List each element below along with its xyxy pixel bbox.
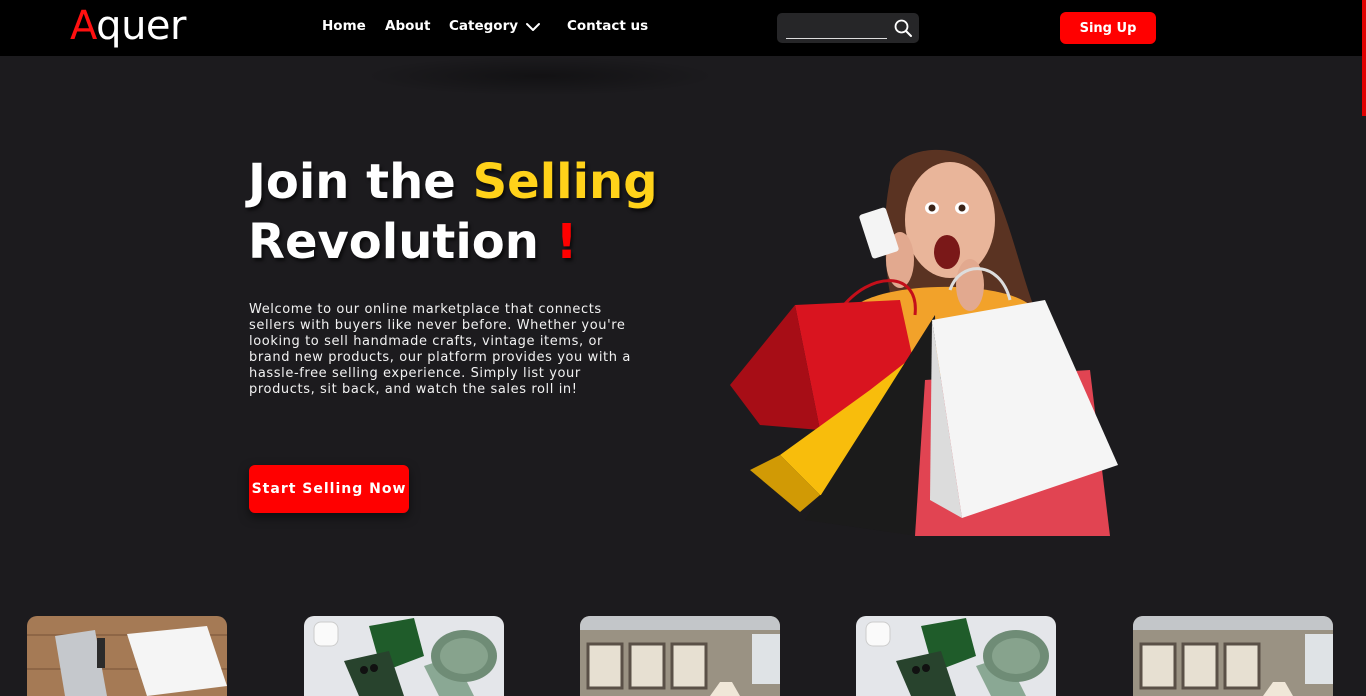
search-input[interactable]: [786, 17, 887, 39]
nav-contact[interactable]: Contact us: [567, 18, 648, 34]
nav-category[interactable]: Category: [449, 18, 518, 34]
phones-earbuds-image: [304, 616, 504, 696]
interior-room-image: [580, 616, 780, 696]
chevron-down-icon[interactable]: [524, 18, 542, 36]
hero-title-part1: Join the: [248, 154, 473, 210]
product-card-3[interactable]: [580, 616, 780, 696]
product-card-2[interactable]: [304, 616, 504, 696]
hero-shopper-image: [730, 149, 1118, 536]
hero-title-part2: Revolution: [248, 214, 556, 270]
scrollbar-thumb[interactable]: [1362, 0, 1366, 116]
hero-title: Join the Selling Revolution !: [248, 152, 668, 272]
interior-room-image: [1133, 616, 1333, 696]
nav-shadow-decor: [360, 56, 720, 96]
phones-earbuds-image: [856, 616, 1056, 696]
clothes-image: [27, 616, 227, 696]
logo-text: quer: [96, 3, 186, 49]
brand-logo[interactable]: Aquer: [70, 4, 186, 48]
nav-about[interactable]: About: [385, 18, 430, 34]
logo-initial: A: [70, 3, 97, 49]
hero-title-exclamation: !: [555, 214, 578, 270]
product-card-4[interactable]: [856, 616, 1056, 696]
navbar: Aquer Home About Category Contact us Sin…: [0, 0, 1366, 56]
hero-title-highlight: Selling: [472, 154, 658, 210]
product-card-5[interactable]: [1133, 616, 1333, 696]
product-card-1[interactable]: [27, 616, 227, 696]
search-box: [777, 13, 919, 43]
start-selling-button[interactable]: Start Selling Now: [249, 465, 409, 513]
signup-button[interactable]: Sing Up: [1060, 12, 1156, 44]
hero-description: Welcome to our online marketplace that c…: [249, 302, 631, 397]
nav-home[interactable]: Home: [322, 18, 366, 34]
search-icon[interactable]: [893, 18, 913, 38]
